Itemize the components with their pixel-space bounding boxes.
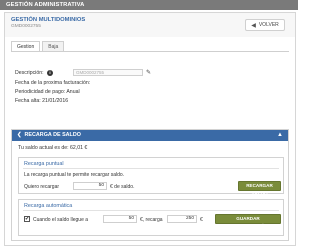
next-billing-row: Fecha de la proxima facturación: [15,80,90,86]
auto-amount-input[interactable]: 250 [167,215,197,223]
back-button-label: VOLVER [258,22,279,28]
arrow-left-icon: ◀ [251,22,256,29]
punctual-prefix: Quiero recargar [24,184,60,190]
page-header: GESTIÓN ADMINISTRATIVA [0,0,298,10]
info-icon[interactable]: i [47,70,53,76]
chevron-up-icon[interactable]: ▲ [277,130,283,141]
recharge-section: ❮ RECARGA DE SALDO ▲ Tu saldo actual es d… [11,129,289,241]
start-date-row: Fecha alta: 21/01/2016 [15,98,68,104]
threshold-input[interactable]: 50 [103,215,137,223]
punctual-suffix: € de saldo. [110,184,135,190]
automatic-suffix: € [200,217,203,223]
auto-recharge-checkbox[interactable]: ✔ [24,216,30,222]
divider [23,210,279,211]
edit-icon[interactable]: ✎ [146,69,151,76]
periodicity-label: Periodicidad de pago: [15,89,66,95]
save-config-button[interactable]: GUARDAR CONFIGURACIÓN [215,214,281,229]
automatic-title: Recarga automática [24,203,73,209]
service-panel: GESTIÓN MULTIDOMINIOS GMD0002755 ◀ VOLVE… [4,12,296,246]
back-button[interactable]: ◀ VOLVER [245,19,285,31]
description-label: Descripción: [15,70,44,77]
automatic-recharge-box: Recarga automática ✔ Cuando el saldo lle… [18,199,284,236]
service-title: GESTIÓN MULTIDOMINIOS [11,17,86,23]
next-billing-label: Fecha de la proxima facturación: [15,80,91,86]
chevron-left-icon: ❮ [17,132,22,138]
service-code: GMD0002755 [11,24,41,29]
recharge-header[interactable]: ❮ RECARGA DE SALDO ▲ [12,130,288,141]
service-header: GESTIÓN MULTIDOMINIOS GMD0002755 ◀ VOLVE… [5,13,295,37]
tab-divider [11,51,289,52]
automatic-prefix: Cuando el saldo llegue a [33,217,89,223]
start-date-value: 21/01/2016 [42,98,69,104]
punctual-recharge-box: Recarga puntual La recarga puntual te pe… [18,157,284,196]
divider [23,168,279,169]
recharge-button[interactable]: RECARGAR SALDO [238,181,281,196]
punctual-amount-input[interactable]: 50 [73,182,107,190]
description-row: Descripción: i GMD0002755 ✎ [15,69,151,77]
periodicity-value: Anual [66,89,80,95]
app-frame: GESTIÓN ADMINISTRATIVA GESTIÓN MULTIDOMI… [0,0,302,251]
recharge-title: RECARGA DE SALDO [24,132,81,138]
description-input[interactable]: GMD0002755 [73,69,143,76]
start-date-label: Fecha alta: [15,98,41,104]
balance-text: Tu saldo actual es de: 62,01 € [18,145,88,151]
periodicity-row: Periodicidad de pago: Anual [15,89,80,95]
automatic-middle: €, recarga [140,217,163,223]
punctual-description: La recarga puntual te permite recargar s… [24,172,125,178]
punctual-title: Recarga puntual [24,161,64,167]
